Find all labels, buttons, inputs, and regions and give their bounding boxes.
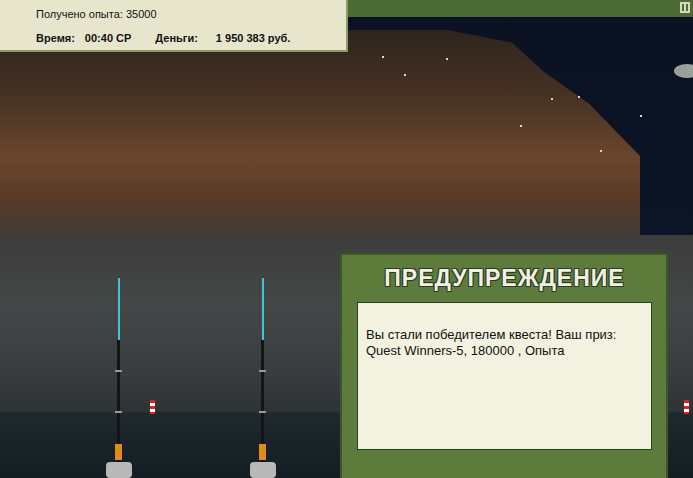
rod-tip — [262, 278, 264, 340]
rod-ring — [259, 411, 266, 413]
star-icon — [404, 74, 406, 76]
reel-icon — [106, 462, 132, 478]
money-label: Деньги: — [155, 32, 198, 44]
reel-icon — [250, 462, 276, 478]
warning-dialog: ПРЕДУПРЕЖДЕНИЕ Вы стали победителем квест… — [340, 253, 668, 478]
time-money-row: Время: 00:40 СР Деньги: 1 950 383 руб. — [36, 32, 336, 44]
star-icon — [382, 56, 384, 58]
rod-ring — [259, 370, 266, 372]
money-value: 1 950 383 руб. — [216, 32, 291, 44]
rod-handle — [115, 444, 122, 460]
star-icon — [520, 125, 522, 127]
dialog-body: Вы стали победителем квеста! Ваш приз: Q… — [357, 302, 652, 450]
time-value: 00:40 СР — [85, 32, 131, 44]
star-icon — [446, 58, 448, 60]
experience-text: Получено опыта: 35000 — [36, 8, 157, 20]
bobber-icon — [684, 400, 689, 414]
bobber-icon — [150, 400, 155, 414]
star-icon — [551, 98, 553, 100]
star-icon — [640, 115, 642, 117]
fishing-rod-icon[interactable] — [112, 278, 126, 478]
pause-icon[interactable] — [680, 2, 690, 13]
fishing-rod-icon[interactable] — [256, 278, 270, 478]
star-icon — [600, 150, 602, 152]
star-icon — [578, 96, 580, 98]
rod-tip — [118, 278, 120, 340]
moon-icon — [674, 64, 693, 78]
dialog-message: Вы стали победителем квеста! Ваш приз: Q… — [366, 327, 643, 359]
experience-row: Получено опыта: 35000 — [36, 8, 336, 20]
rod-handle — [259, 444, 266, 460]
time-label: Время: — [36, 32, 75, 44]
rod-ring — [115, 370, 122, 372]
stats-panel: Получено опыта: 35000 Время: 00:40 СР Деньг… — [0, 0, 348, 52]
rod-ring — [115, 411, 122, 413]
dialog-title: ПРЕДУПРЕЖДЕНИЕ — [357, 265, 652, 292]
